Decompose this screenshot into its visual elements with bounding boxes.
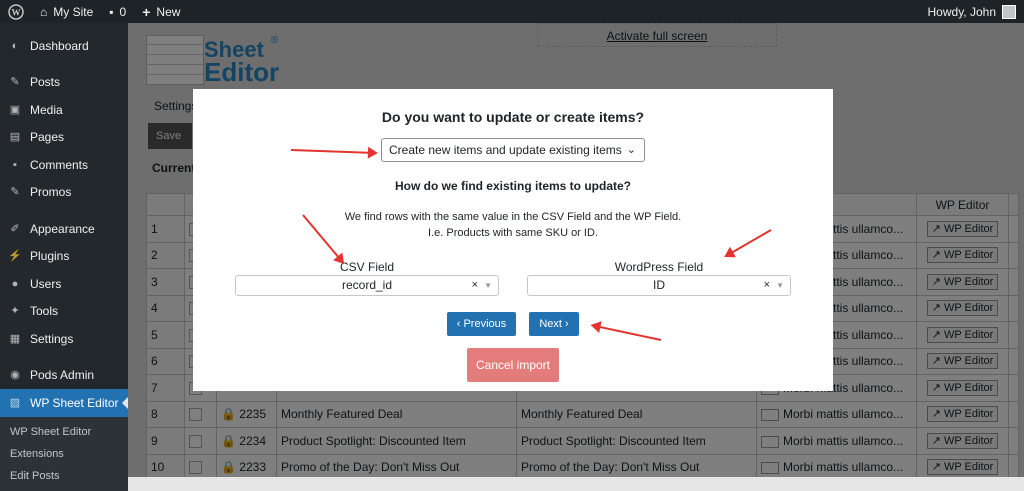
modal-description: We find rows with the same value in the … [344, 211, 682, 239]
sidebar-item-tools[interactable]: ✦ Tools [0, 298, 128, 326]
pin-icon: ✎ [10, 186, 20, 199]
clear-icon[interactable]: × [764, 276, 770, 295]
site-name-link[interactable]: ⌂ My Site [32, 0, 101, 23]
caret-down-icon: ▼ [776, 281, 784, 290]
pages-icon: ▤ [9, 131, 21, 144]
sidebar-item-posts[interactable]: ✎ Posts [0, 69, 128, 97]
comment-icon: ▪ [109, 4, 114, 19]
previous-button[interactable]: ‹ Previous [447, 312, 516, 336]
cancel-import-button[interactable]: Cancel import [467, 348, 559, 382]
pods-icon: ◉ [10, 369, 20, 382]
submenu-item-wp-sheet-editor[interactable]: WP Sheet Editor [0, 421, 128, 443]
next-button[interactable]: Next › [529, 312, 579, 336]
sidebar-item-pods-admin[interactable]: ◉ Pods Admin [0, 362, 128, 390]
sidebar-item-dashboard[interactable]: ◐ Dashboard [0, 32, 128, 60]
admin-sidebar: ◐ Dashboard ✎ Posts ▣ Media ▤ Pages ▪ Comment… [0, 23, 128, 491]
pin-icon: ✎ [10, 76, 20, 89]
sidebar-item-promos[interactable]: ✎ Promos [0, 179, 128, 207]
clear-icon[interactable]: × [472, 276, 478, 295]
sidebar-item-users[interactable]: ● Users [0, 270, 128, 298]
caret-down-icon: ▼ [484, 281, 492, 290]
sidebar-item-plugins[interactable]: ⚡ Plugins [0, 243, 128, 271]
chevron-down-icon: ⌄ [626, 144, 636, 156]
submenu-item-edit-posts[interactable]: Edit Posts [0, 465, 128, 487]
admin-bar: W ⌂ My Site ▪ 0 + New Howdy, John [0, 0, 1024, 23]
brush-icon: ✐ [10, 222, 20, 235]
sidebar-item-settings[interactable]: ▦ Settings [0, 325, 128, 353]
annotation-arrow [592, 324, 662, 341]
wordpress-logo-icon[interactable]: W [0, 0, 32, 23]
submenu-item-extensions[interactable]: Extensions [0, 443, 128, 465]
chevron-left-icon: ‹ [456, 318, 461, 330]
dashboard-icon: ◐ [11, 39, 19, 52]
sidebar-item-appearance[interactable]: ✐ Appearance [0, 215, 128, 243]
import-modal: Do you want to update or create items? C… [193, 89, 833, 391]
comments-link[interactable]: ▪ 0 [101, 0, 134, 23]
new-content-link[interactable]: + New [134, 0, 188, 23]
csv-field-select[interactable]: record_id × ▼ [235, 275, 499, 296]
my-account[interactable]: Howdy, John [928, 4, 1024, 19]
settings-icon: ▦ [9, 332, 21, 345]
wp-field-label: WordPress Field [614, 260, 704, 274]
modal-subtitle: How do we find existing items to update? [394, 179, 631, 193]
sidebar-item-comments[interactable]: ▪ Comments [0, 151, 128, 179]
sheet-editor-icon: ▧ [9, 396, 21, 409]
sidebar-item-media[interactable]: ▣ Media [0, 96, 128, 124]
svg-text:W: W [12, 7, 21, 17]
plugin-icon: ⚡ [8, 250, 22, 263]
comments-icon: ▪ [13, 158, 17, 171]
media-icon: ▣ [9, 103, 21, 116]
wrench-icon: ✦ [10, 305, 20, 318]
avatar [1002, 4, 1016, 19]
home-icon: ⌂ [40, 4, 48, 19]
chevron-right-icon: › [565, 318, 569, 330]
plus-icon: + [142, 3, 151, 20]
sidebar-submenu: WP Sheet Editor Extensions Edit Posts [0, 416, 128, 491]
user-icon: ● [11, 277, 19, 290]
modal-title: Do you want to update or create items? [381, 109, 645, 125]
wp-field-select[interactable]: ID × ▼ [527, 275, 791, 296]
sidebar-item-wp-sheet-editor[interactable]: ▧ WP Sheet Editor [0, 389, 128, 417]
import-mode-select[interactable]: Create new items and update existing ite… [381, 138, 645, 162]
sidebar-item-pages[interactable]: ▤ Pages [0, 124, 128, 152]
annotation-arrow [290, 149, 376, 154]
csv-field-label: CSV Field [339, 260, 395, 274]
